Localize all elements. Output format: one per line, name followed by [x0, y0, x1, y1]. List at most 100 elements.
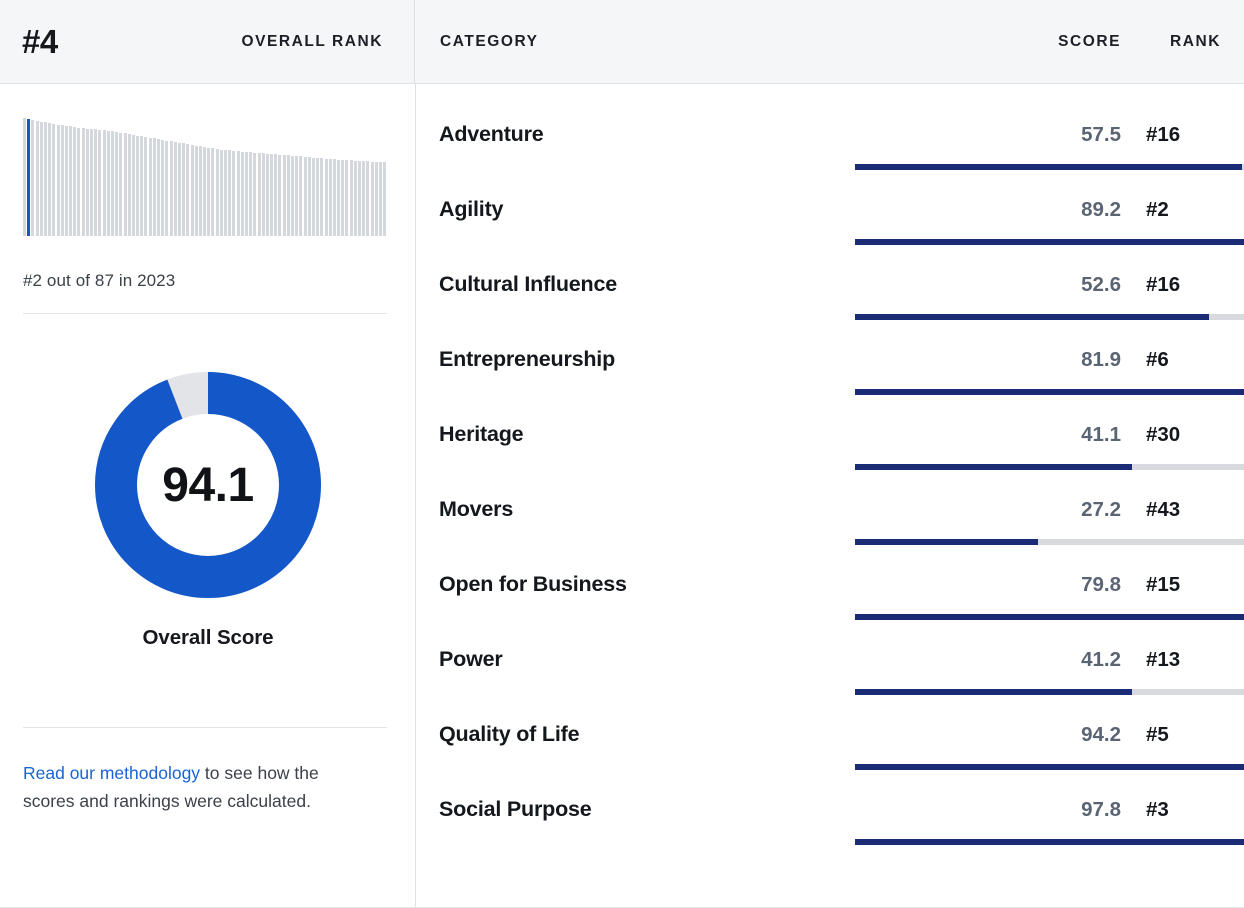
- category-rank: #6: [1146, 348, 1169, 371]
- sparkline-bar: [320, 158, 324, 236]
- sparkline-bar: [48, 123, 52, 236]
- category-name: Movers: [439, 497, 514, 521]
- sparkline-bar: [362, 161, 366, 236]
- category-row[interactable]: Open for Business 79.8 #15: [416, 558, 1244, 633]
- sparkline-bar: [81, 128, 85, 236]
- category-name: Entrepreneurship: [439, 347, 616, 371]
- category-score-bar-fill: [855, 614, 1244, 620]
- overall-rank-value: #4: [22, 23, 58, 60]
- header-columns: CATEGORY SCORE RANK: [416, 0, 1244, 83]
- sparkline-bar: [219, 149, 223, 236]
- sparkline-bar: [345, 160, 349, 236]
- category-rank: #30: [1146, 423, 1181, 446]
- sparkline-bar: [157, 139, 160, 236]
- sparkline-bar: [31, 119, 35, 236]
- category-score-bar-fill: [855, 839, 1244, 845]
- sparkline-bar: [127, 134, 131, 236]
- category-row[interactable]: Social Purpose 97.8 #3: [416, 783, 1244, 858]
- sparkline-bar: [60, 125, 64, 236]
- methodology-link[interactable]: Read our methodology: [23, 763, 200, 783]
- sparkline-bar: [253, 152, 257, 236]
- category-score-bar-fill: [855, 539, 1039, 545]
- sparkline-bar: [144, 137, 148, 236]
- header-overall-rank-cell: #4 OVERALL RANK: [0, 0, 415, 83]
- category-score: 89.2: [1081, 198, 1121, 221]
- category-score: 57.5: [1081, 123, 1121, 146]
- category-row[interactable]: Movers 27.2 #43: [416, 483, 1244, 558]
- category-name: Open for Business: [439, 572, 627, 596]
- sparkline-bar: [341, 160, 345, 236]
- category-rank: #15: [1146, 573, 1181, 596]
- sparkline-bar: [165, 140, 169, 236]
- sparkline-bar: [173, 141, 177, 236]
- column-header-rank: RANK: [1170, 32, 1221, 50]
- sparkline-bar: [35, 120, 39, 236]
- category-row[interactable]: Agility 89.2 #2: [416, 183, 1244, 258]
- category-score-bar-fill: [855, 164, 1242, 170]
- category-score: 52.6: [1081, 273, 1121, 296]
- overall-rank-label: OVERALL RANK: [241, 32, 383, 50]
- sparkline-bar: [169, 141, 173, 236]
- sparkline-bar: [56, 124, 60, 236]
- sparkline-bar: [140, 136, 144, 236]
- sparkline-bar: [324, 158, 328, 236]
- category-score: 81.9: [1081, 348, 1121, 371]
- category-score: 27.2: [1081, 498, 1121, 521]
- category-score: 94.2: [1081, 723, 1121, 746]
- sparkline-bar: [295, 156, 299, 236]
- category-name: Adventure: [439, 122, 544, 146]
- overall-score-value: 94.1: [162, 458, 254, 512]
- sparkline-bar: [282, 155, 286, 236]
- sparkline-bar: [286, 155, 290, 236]
- category-row[interactable]: Cultural Influence 52.6 #16: [416, 258, 1244, 333]
- sparkline-bar: [152, 138, 156, 236]
- sparkline-bar: [94, 129, 98, 236]
- category-rank: #5: [1146, 723, 1169, 746]
- category-row[interactable]: Heritage 41.1 #30: [416, 408, 1244, 483]
- sparkline-bar: [106, 130, 110, 236]
- sparkline-bar: [110, 131, 114, 236]
- sparkline-bar: [64, 125, 68, 236]
- sparkline-bar: [39, 121, 43, 236]
- overall-score-label: Overall Score: [142, 626, 274, 649]
- category-score: 97.8: [1081, 798, 1121, 821]
- sparkline-bar: [136, 135, 140, 236]
- category-rank: #2: [1146, 198, 1169, 221]
- sparkline-bar: [228, 150, 232, 236]
- category-score-bar-track: [855, 239, 1244, 245]
- category-row[interactable]: Power 41.2 #13: [416, 633, 1244, 708]
- sparkline-bar: [186, 144, 190, 236]
- category-row[interactable]: Adventure 57.5 #16: [416, 108, 1244, 183]
- sparkline-bar: [190, 144, 194, 236]
- sparkline-bar: [131, 134, 135, 236]
- sparkline-bar: [278, 154, 282, 236]
- sparkline-bar: [148, 137, 152, 236]
- category-row[interactable]: Quality of Life 94.2 #5: [416, 708, 1244, 783]
- sparkline-bar: [332, 159, 336, 236]
- category-score-bar-fill: [855, 389, 1244, 395]
- category-score-bar-track: [855, 839, 1244, 845]
- sparkline-bar: [349, 160, 353, 236]
- sparkline-bar: [85, 128, 89, 236]
- sparkline-bar: [224, 150, 227, 236]
- column-header-score: SCORE: [1058, 32, 1121, 50]
- sparkline-bar: [303, 156, 307, 236]
- sparkline-bar: [182, 143, 186, 236]
- sparkline-bar: [27, 118, 31, 236]
- sparkline-bar: [232, 150, 236, 236]
- sparkline-bar: [73, 126, 77, 236]
- column-header-category: CATEGORY: [440, 32, 539, 50]
- category-row[interactable]: Entrepreneurship 81.9 #6: [416, 333, 1244, 408]
- sparkline-bar: [177, 142, 181, 236]
- methodology-note: Read our methodology to see how the scor…: [23, 760, 375, 815]
- sparkline-bar: [90, 128, 93, 236]
- sparkline-bar: [123, 133, 127, 236]
- sparkline-bar: [337, 159, 341, 236]
- sparkline-bar: [69, 126, 73, 236]
- category-score-bar-track: [855, 614, 1244, 620]
- sparkline-bar: [203, 146, 207, 236]
- category-score-bar-track: [855, 464, 1244, 470]
- category-name: Power: [439, 647, 503, 671]
- sparkline-bar: [257, 152, 261, 236]
- sparkline-bar: [291, 155, 294, 236]
